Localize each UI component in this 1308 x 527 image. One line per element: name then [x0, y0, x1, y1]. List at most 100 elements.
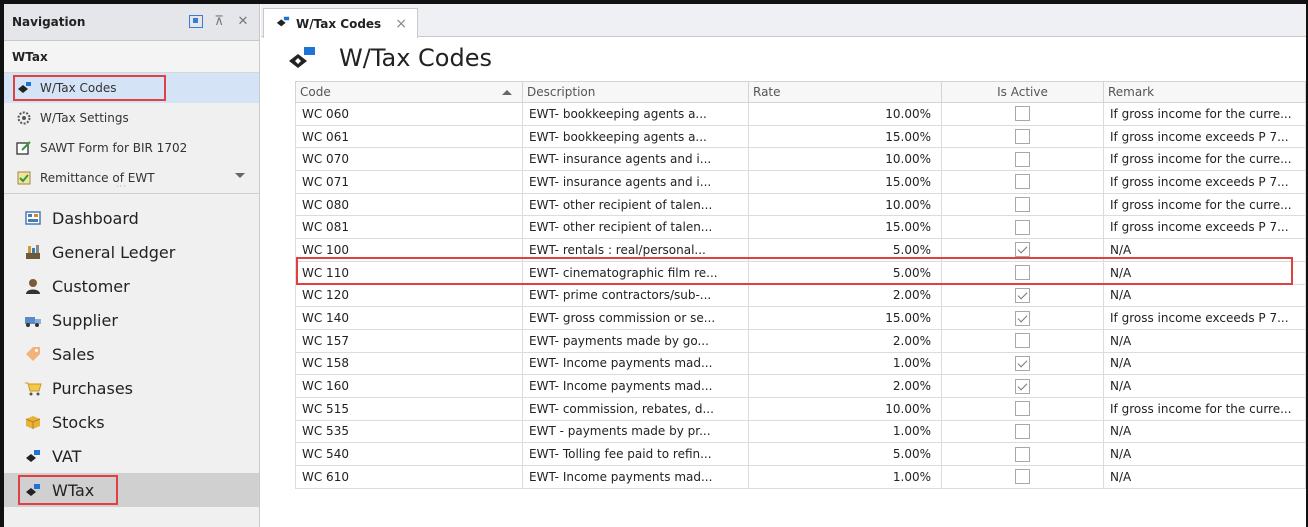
table-row[interactable]: WC 535 EWT - payments made by pr... 1.00% N…	[295, 419, 1306, 444]
cell-description: EWT- bookkeeping agents a...	[522, 124, 749, 149]
cell-is-active[interactable]	[941, 102, 1104, 126]
cell-is-active[interactable]	[941, 465, 1104, 489]
cell-description: EWT- Income payments mad...	[522, 351, 749, 376]
table-row[interactable]: WC 100 EWT- rentals : real/personal... 5.0…	[295, 238, 1306, 262]
is-active-checkbox[interactable]	[1015, 174, 1030, 190]
sidebar-item-sawt-form[interactable]: SAWT Form for BIR 1702	[4, 133, 259, 163]
table-row[interactable]: WC 081 EWT- other recipient of talen... 15…	[295, 215, 1306, 240]
table-row[interactable]: WC 080 EWT- other recipient of talen... 10…	[295, 192, 1306, 217]
module-label: Customer	[52, 276, 130, 296]
is-active-checkbox[interactable]	[1015, 423, 1030, 439]
is-active-checkbox[interactable]	[1015, 378, 1030, 394]
cell-description: EWT- Income payments mad...	[522, 374, 749, 398]
module-vat[interactable]: VAT	[4, 439, 259, 473]
table-row[interactable]: WC 120 EWT- prime contractors/sub-... 2.00…	[295, 283, 1306, 308]
column-header-is-active[interactable]: Is Active	[941, 81, 1104, 103]
is-active-checkbox[interactable]	[1015, 355, 1030, 371]
cell-is-active[interactable]	[941, 328, 1104, 353]
table-row[interactable]: WC 158 EWT- Income payments mad... 1.00% N/…	[295, 351, 1306, 376]
cell-is-active[interactable]	[941, 215, 1104, 240]
cell-remark: If gross income exceeds P 7...	[1103, 124, 1306, 149]
cell-is-active[interactable]	[941, 170, 1104, 194]
module-label: Purchases	[52, 378, 133, 398]
table-row[interactable]: WC 140 EWT- gross commission or se... 15.0…	[295, 306, 1306, 330]
close-icon[interactable]: ×	[395, 16, 407, 32]
navigation-header: Navigation ⊼ ✕	[4, 4, 259, 41]
close-icon[interactable]: ✕	[235, 13, 251, 29]
cell-is-active[interactable]	[941, 442, 1104, 466]
cell-is-active[interactable]	[941, 419, 1104, 444]
sidebar-item-wtax-codes[interactable]: W/Tax Codes	[4, 73, 259, 103]
module-dashboard[interactable]: Dashboard	[4, 201, 259, 235]
table-row[interactable]: WC 540 EWT- Tolling fee paid to refin... 5…	[295, 442, 1306, 466]
module-general-ledger[interactable]: General Ledger	[4, 235, 259, 269]
table-row[interactable]: WC 071 EWT- insurance agents and i... 15.0…	[295, 170, 1306, 194]
is-active-checkbox[interactable]	[1015, 219, 1030, 235]
form-icon	[16, 140, 32, 156]
is-active-checkbox[interactable]	[1015, 310, 1030, 326]
cell-is-active[interactable]	[941, 283, 1104, 308]
cell-code: WC 120	[295, 283, 523, 308]
cell-is-active[interactable]	[941, 306, 1104, 330]
cell-is-active[interactable]	[941, 374, 1104, 398]
highlight-box	[18, 475, 118, 505]
cell-code: WC 100	[295, 238, 523, 262]
is-active-checkbox[interactable]	[1015, 129, 1030, 145]
column-header-remark[interactable]: Remark	[1103, 81, 1306, 103]
table-row[interactable]: WC 160 EWT- Income payments mad... 2.00% N/…	[295, 374, 1306, 398]
cell-remark: N/A	[1103, 283, 1306, 308]
is-active-checkbox[interactable]	[1015, 287, 1030, 303]
cell-is-active[interactable]	[941, 192, 1104, 217]
table-row[interactable]: WC 515 EWT- commission, rebates, d... 10.0…	[295, 396, 1306, 421]
is-active-checkbox[interactable]	[1015, 469, 1030, 485]
is-active-checkbox[interactable]	[1015, 106, 1030, 122]
cell-is-active[interactable]	[941, 260, 1104, 285]
is-active-checkbox[interactable]	[1015, 242, 1030, 258]
wtax-codes-icon	[289, 47, 315, 68]
column-header-rate[interactable]: Rate	[748, 81, 942, 103]
cell-is-active[interactable]	[941, 238, 1104, 262]
column-header-code[interactable]: Code	[295, 81, 523, 103]
is-active-checkbox[interactable]	[1015, 446, 1030, 462]
cell-rate: 2.00%	[748, 283, 942, 308]
cell-remark: N/A	[1103, 351, 1306, 376]
cell-rate: 2.00%	[748, 328, 942, 353]
cell-remark: N/A	[1103, 465, 1306, 489]
is-active-checkbox[interactable]	[1015, 401, 1030, 417]
module-customer[interactable]: Customer	[4, 269, 259, 303]
sidebar-item-label: Remittance of EWT	[40, 171, 155, 185]
chevron-down-icon[interactable]	[235, 173, 245, 178]
tab-wtax-codes[interactable]: W/Tax Codes ×	[263, 8, 418, 38]
is-active-checkbox[interactable]	[1015, 333, 1030, 349]
cell-code: WC 061	[295, 124, 523, 149]
table-row[interactable]: WC 070 EWT- insurance agents and i... 10.0…	[295, 147, 1306, 172]
sidebar-item-wtax-settings[interactable]: W/Tax Settings	[4, 103, 259, 133]
table-row[interactable]: WC 157 EWT- payments made by go... 2.00% N/…	[295, 328, 1306, 353]
is-active-checkbox[interactable]	[1015, 265, 1030, 281]
cell-code: WC 610	[295, 465, 523, 489]
dock-icon[interactable]	[189, 14, 203, 28]
wtax-codes-icon	[276, 15, 290, 32]
column-header-description[interactable]: Description	[522, 81, 749, 103]
cell-is-active[interactable]	[941, 147, 1104, 172]
is-active-checkbox[interactable]	[1015, 151, 1030, 167]
cell-is-active[interactable]	[941, 351, 1104, 376]
cell-is-active[interactable]	[941, 396, 1104, 421]
module-label: Supplier	[52, 310, 118, 330]
table-row[interactable]: WC 610 EWT- Income payments mad... 1.00% N/…	[295, 465, 1306, 489]
module-wtax[interactable]: WTax	[4, 473, 259, 507]
table-row[interactable]: WC 110 EWT- cinematographic film re... 5.0…	[295, 260, 1306, 285]
sidebar-item-remittance-ewt[interactable]: Remittance of EWT ···	[4, 163, 259, 193]
is-active-checkbox[interactable]	[1015, 197, 1030, 213]
module-purchases[interactable]: Purchases	[4, 371, 259, 405]
cell-is-active[interactable]	[941, 124, 1104, 149]
table-row[interactable]: WC 060 EWT- bookkeeping agents a... 10.00%…	[295, 102, 1306, 126]
cell-description: EWT- cinematographic film re...	[522, 260, 749, 285]
cell-remark: If gross income exceeds P 7...	[1103, 170, 1306, 194]
module-supplier[interactable]: Supplier	[4, 303, 259, 337]
pin-icon[interactable]: ⊼	[211, 13, 227, 29]
cell-code: WC 080	[295, 192, 523, 217]
table-row[interactable]: WC 061 EWT- bookkeeping agents a... 15.00%…	[295, 124, 1306, 149]
module-stocks[interactable]: Stocks	[4, 405, 259, 439]
module-sales[interactable]: Sales	[4, 337, 259, 371]
